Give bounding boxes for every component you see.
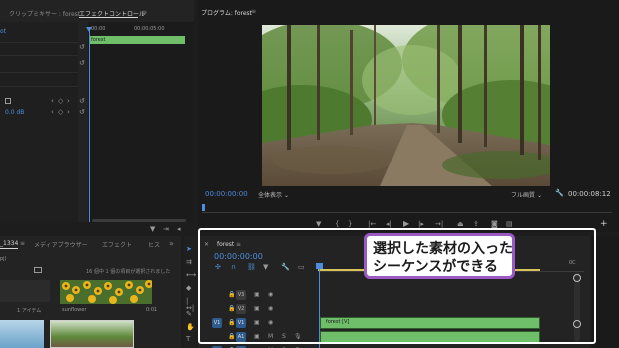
keyframe-add-icon[interactable]: ◇	[58, 98, 63, 105]
add-button-icon[interactable]: +	[600, 220, 608, 229]
tab-project-underline	[0, 248, 18, 249]
step-forward-icon[interactable]: |▸	[418, 221, 424, 228]
fit-select-label: 全体表示	[258, 192, 283, 199]
program-monitor: プログラム: forest ≡ 00:00:00:00 全体表示 ⌄ フル画質 …	[198, 0, 619, 232]
tab-project[interactable]: _1334	[0, 240, 18, 247]
button-editor-icon[interactable]: ▤	[506, 221, 513, 228]
callout-box: 選択した素材の入った シーケンスができる	[364, 233, 515, 279]
program-duration: 00:00:08:12	[568, 190, 611, 198]
keyframe-next-icon[interactable]: ›	[67, 109, 70, 116]
fit-select[interactable]: 全体表示 ⌄	[258, 190, 289, 199]
tab-history[interactable]: ヒス	[148, 240, 160, 249]
tab-clip-mixer[interactable]: クリップミキサー : forest	[9, 9, 80, 18]
project-file-label: pj)	[0, 256, 7, 262]
add-marker-icon[interactable]: ▼	[316, 221, 321, 228]
sunflower-label: sunflower	[62, 307, 87, 313]
mini-timeline-area	[88, 22, 194, 222]
panels-overflow-icon[interactable]: »	[169, 239, 174, 248]
mini-ruler-start: 00:00	[91, 26, 106, 32]
project-panel: _1334 ≡ メディアブラウザー エフェクト ヒス » pj) 16 個中 1…	[0, 236, 181, 348]
sound-icon[interactable]: ◂	[177, 226, 181, 233]
effect-controls-panel: クリップミキサー : forest エフェクトコントロール ≡ ot ‹ ◇ ›…	[0, 0, 194, 222]
export-icon[interactable]: ⇥	[163, 226, 169, 233]
row-divider	[0, 42, 78, 43]
track-row: A2A2🔒▣MS🎙	[198, 344, 574, 348]
reset-icon[interactable]: ↺	[79, 109, 85, 116]
program-playhead-marker[interactable]	[202, 204, 205, 211]
razor-icon[interactable]: ◆	[186, 285, 191, 292]
selection-tool-icon[interactable]: ➤	[186, 246, 192, 253]
row-divider	[0, 72, 78, 73]
type-icon[interactable]: T	[186, 336, 190, 343]
checkbox[interactable]	[5, 98, 11, 104]
sunflower-image	[60, 280, 152, 304]
filter-icon[interactable]: ▼	[150, 226, 155, 233]
keyframe-add-icon[interactable]: ◇	[58, 109, 63, 116]
program-video-frame	[262, 25, 550, 186]
sunflower-duration: 0:01	[146, 307, 158, 313]
thumbnail-forest[interactable]	[50, 320, 134, 348]
quality-select[interactable]: フル画質 ⌄	[511, 190, 542, 199]
audio-meters	[592, 236, 619, 348]
mini-ruler-mid: 00:00:05:00	[134, 26, 165, 32]
program-current-time[interactable]: 00:00:00:00	[205, 190, 248, 198]
ripple-edit-icon[interactable]: ⟷	[186, 272, 196, 279]
effect-controls-left-column	[0, 22, 78, 222]
sunflower-thumbnail[interactable]	[60, 280, 152, 304]
pen-icon[interactable]: ✎	[186, 311, 192, 318]
bin-thumbnail[interactable]	[0, 280, 50, 302]
thumbnail-sky[interactable]	[0, 320, 44, 348]
mini-clip-label: forest	[91, 37, 106, 43]
reset-icon[interactable]: ↺	[79, 98, 85, 105]
mark-in-icon[interactable]: {	[335, 221, 339, 228]
extract-icon[interactable]: ⇪	[473, 221, 479, 228]
mini-playhead-head[interactable]	[86, 27, 92, 32]
track-select-icon[interactable]: ⇉	[186, 259, 192, 266]
lift-icon[interactable]: ⏏	[457, 221, 464, 228]
panel-menu-icon[interactable]: ≡	[142, 9, 147, 16]
selection-info: 16 個中 1 個の項目が選択されました	[86, 269, 171, 275]
callout-line-2: シーケンスができる	[373, 259, 499, 275]
go-to-out-icon[interactable]: →|	[435, 221, 443, 228]
volume-value[interactable]: 0.0 dB	[5, 109, 24, 116]
tab-effects[interactable]: エフェクト	[102, 240, 132, 249]
wrench-icon[interactable]: 🔧	[555, 190, 564, 197]
chevron-down-icon: ⌄	[283, 192, 289, 199]
tab-project-menu-icon[interactable]: ≡	[20, 240, 25, 247]
reset-icon[interactable]: ↺	[79, 60, 85, 67]
mini-playhead[interactable]	[89, 28, 90, 222]
callout-line-1: 選択した素材の入った	[373, 241, 513, 257]
program-scrub-bar[interactable]	[202, 206, 612, 213]
effect-name-partial: ot	[0, 28, 7, 35]
row-divider	[0, 55, 78, 56]
chevron-down-icon: ⌄	[536, 192, 542, 199]
program-menu-icon[interactable]: ≡	[251, 8, 256, 15]
hand-icon[interactable]: ✋	[186, 324, 195, 331]
zoom-scrollbar[interactable]	[92, 219, 186, 222]
tools-panel: ➤ ⇉ ⟷ ◆ |↔| ✎ ✋ T	[184, 236, 196, 348]
row-divider	[0, 86, 78, 87]
keyframe-next-icon[interactable]: ›	[67, 98, 70, 105]
mark-out-icon[interactable]: }	[348, 221, 352, 228]
camera-icon[interactable]: ◙	[491, 221, 498, 228]
go-to-in-icon[interactable]: |←	[368, 221, 376, 228]
forest-image	[262, 25, 550, 186]
tab-effect-controls-underline	[79, 17, 138, 18]
tab-media-browser[interactable]: メディアブラウザー	[34, 240, 88, 249]
play-icon[interactable]: ▶	[403, 220, 409, 228]
step-back-icon[interactable]: ◂|	[386, 221, 392, 228]
keyframe-prev-icon[interactable]: ‹	[51, 109, 54, 116]
program-title[interactable]: プログラム: forest	[201, 8, 252, 17]
reset-icon[interactable]: ↺	[79, 44, 85, 51]
new-bin-icon[interactable]	[34, 267, 42, 273]
quality-select-label: フル画質	[511, 192, 536, 199]
item-count: 1 アイテム	[17, 308, 42, 314]
keyframe-prev-icon[interactable]: ‹	[51, 98, 54, 105]
